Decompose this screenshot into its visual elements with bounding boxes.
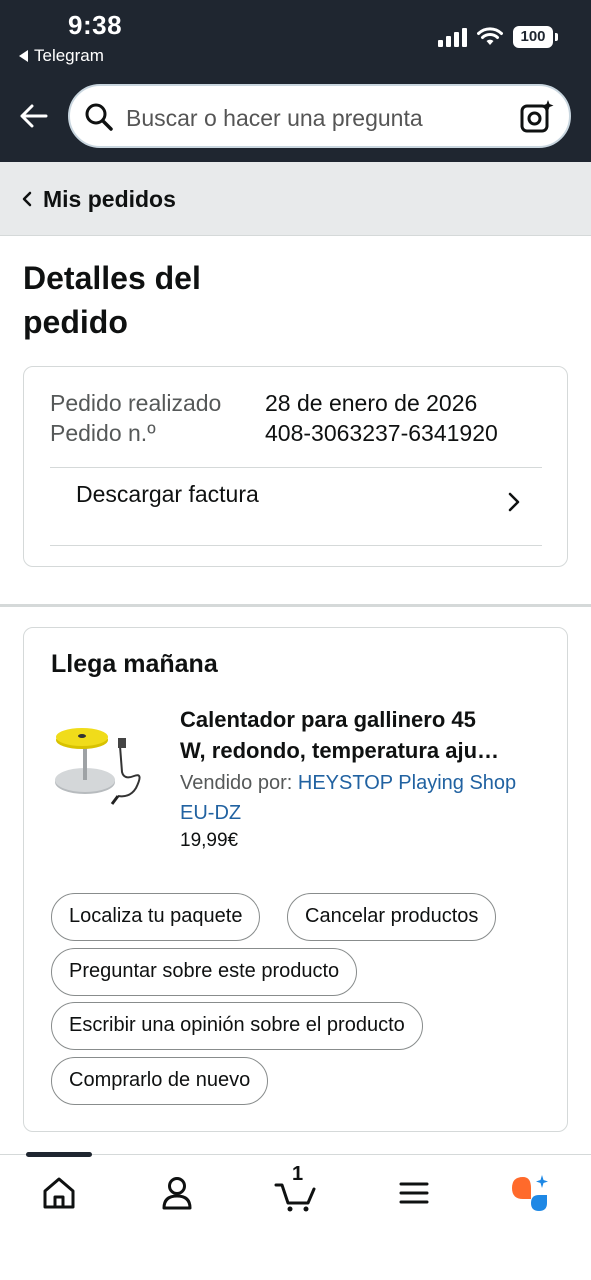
home-icon[interactable] bbox=[39, 1173, 79, 1213]
seller-link[interactable]: HEYSTOP Playing Shop bbox=[298, 772, 516, 794]
write-review-button[interactable]: Escribir una opinión sobre el producto bbox=[51, 1002, 423, 1050]
status-time: 9:38 bbox=[68, 10, 123, 40]
search-bar[interactable]: Buscar o hacer una pregunta bbox=[68, 84, 571, 148]
search-icon bbox=[85, 103, 113, 131]
chevron-left-icon bbox=[22, 191, 32, 207]
seller-prefix: Vendido por: bbox=[180, 772, 298, 794]
divider bbox=[50, 467, 542, 468]
status-icons: 100 bbox=[438, 26, 558, 48]
shipment-card: Llega mañana Calentador para gallinero 4… bbox=[23, 627, 568, 1132]
back-triangle-icon bbox=[19, 50, 28, 62]
order-placed-label: Pedido realizado bbox=[50, 390, 222, 416]
cancel-items-button[interactable]: Cancelar productos bbox=[287, 893, 497, 941]
search-input[interactable]: Buscar o hacer una pregunta bbox=[126, 105, 423, 132]
wifi-icon bbox=[477, 27, 503, 45]
back-arrow-icon[interactable] bbox=[16, 98, 52, 134]
page-title-line1: Detalles del bbox=[23, 260, 201, 296]
app-header: 9:38 Telegram 100 Buscar o hacer una pre… bbox=[0, 0, 591, 162]
page-title: Detalles del pedido bbox=[23, 256, 323, 344]
account-icon[interactable] bbox=[157, 1173, 197, 1213]
menu-icon[interactable] bbox=[394, 1173, 434, 1213]
cart-icon[interactable] bbox=[274, 1173, 318, 1213]
assistant-icon[interactable] bbox=[509, 1173, 551, 1213]
back-app-label: Telegram bbox=[34, 46, 104, 65]
order-info-card: Pedido realizado 28 de enero de 2026 Ped… bbox=[23, 366, 568, 567]
page-title-line2: pedido bbox=[23, 304, 128, 340]
product-title-line2: W, redondo, temperatura aju… bbox=[180, 738, 500, 763]
order-number-label: Pedido n.º bbox=[50, 420, 156, 446]
camera-lens-icon[interactable] bbox=[519, 98, 555, 134]
product-image[interactable] bbox=[52, 710, 152, 810]
product-title-line1: Calentador para gallinero 45 bbox=[180, 707, 476, 732]
order-number-value: 408-3063237-6341920 bbox=[265, 420, 498, 446]
active-tab-indicator bbox=[26, 1152, 92, 1157]
ask-product-question-button[interactable]: Preguntar sobre este producto bbox=[51, 948, 358, 996]
product-price: 19,99€ bbox=[180, 830, 239, 851]
chevron-right-icon bbox=[508, 492, 520, 512]
download-invoice-link[interactable]: Descargar factura bbox=[76, 481, 259, 508]
section-divider bbox=[0, 604, 591, 607]
divider bbox=[50, 545, 542, 546]
bottom-nav: 1 bbox=[0, 1152, 591, 1280]
product-title[interactable]: Calentador para gallinero 45 W, redondo,… bbox=[180, 704, 540, 766]
battery-icon: 100 bbox=[513, 26, 558, 48]
order-placed-value: 28 de enero de 2026 bbox=[265, 390, 478, 416]
buy-again-button[interactable]: Comprarlo de nuevo bbox=[51, 1057, 269, 1105]
delivery-status: Llega mañana bbox=[51, 650, 218, 678]
seller-info: Vendido por: HEYSTOP Playing Shop EU-DZ bbox=[180, 768, 550, 828]
cellular-signal-icon bbox=[438, 27, 467, 47]
track-package-button[interactable]: Localiza tu paquete bbox=[51, 893, 261, 941]
breadcrumb-label[interactable]: Mis pedidos bbox=[43, 186, 176, 213]
back-to-app-link[interactable]: Telegram bbox=[19, 46, 104, 66]
seller-link-line2[interactable]: EU-DZ bbox=[180, 802, 241, 824]
breadcrumb[interactable]: Mis pedidos bbox=[0, 162, 591, 236]
